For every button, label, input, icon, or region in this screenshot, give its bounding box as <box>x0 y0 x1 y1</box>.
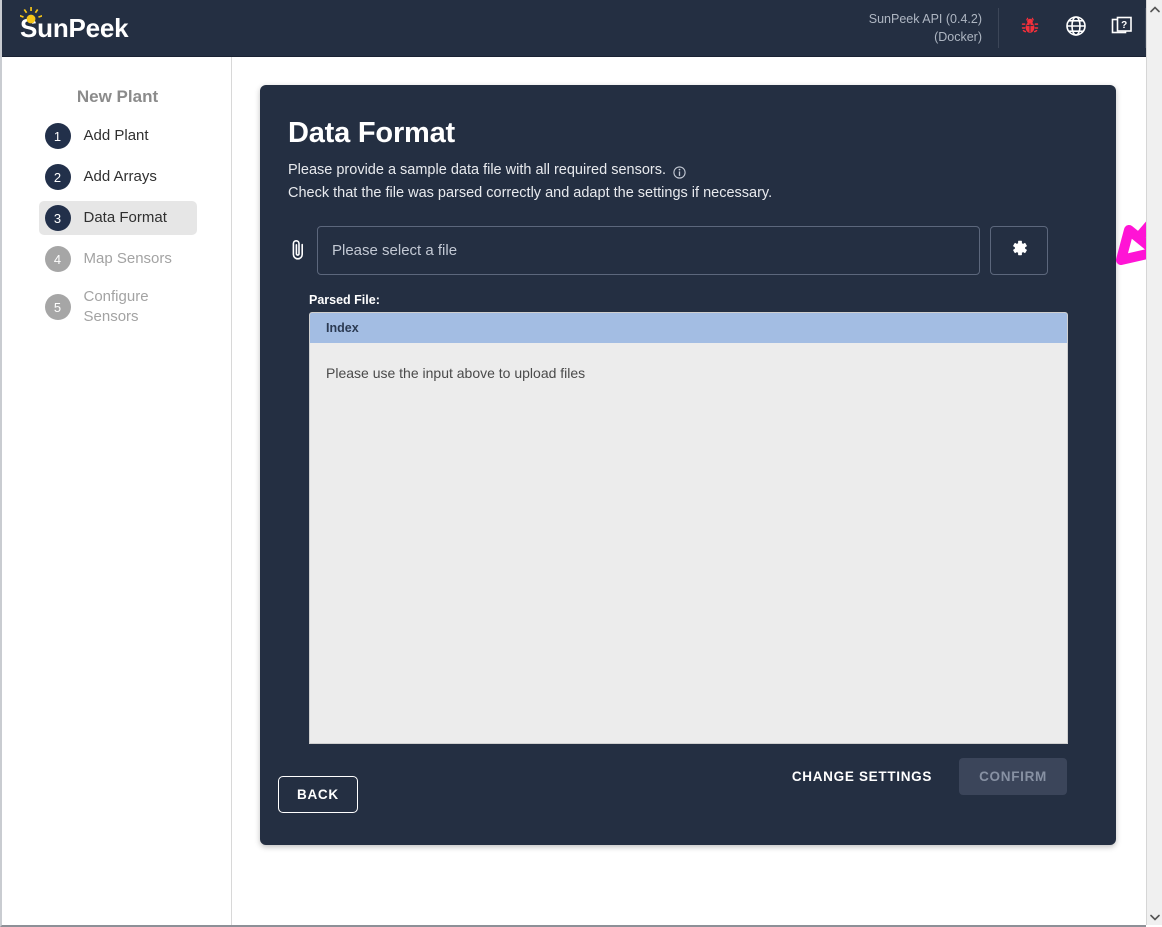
scrollbar-up-button[interactable] <box>1147 0 1162 17</box>
wizard-sidebar: New Plant 1 Add Plant 2 Add Arrays 3 Dat… <box>4 57 232 925</box>
language-button[interactable] <box>1053 0 1099 57</box>
sidebar-item-add-arrays[interactable]: 2 Add Arrays <box>39 160 197 194</box>
page-title: Data Format <box>288 117 455 149</box>
step-number-4: 4 <box>44 246 71 272</box>
card-action-bar: CHANGE SETTINGS CONFIRM <box>260 744 1116 795</box>
docs-icon: ? <box>1111 15 1133 42</box>
table-empty-message: Please use the input above to upload fil… <box>326 364 586 381</box>
content-area: Data Format Please provide a sample data… <box>233 57 1146 925</box>
step-number-3: 3 <box>44 205 71 231</box>
file-select-input[interactable] <box>317 225 980 275</box>
data-format-card: Data Format Please provide a sample data… <box>260 85 1116 845</box>
table-column-header-index: Index <box>326 320 359 335</box>
info-circle-icon[interactable] <box>673 164 686 179</box>
file-input-row <box>260 206 1116 275</box>
sidebar-item-label: Data Format <box>83 208 167 226</box>
bug-report-button[interactable] <box>1007 0 1053 57</box>
application-window: SunPeek SunPeek API (0.4.2) (Docker) ? N… <box>0 0 1146 927</box>
step-number-2: 2 <box>44 164 71 190</box>
brand-logo[interactable]: SunPeek <box>19 7 129 41</box>
card-subtitle-text-1: Please provide a sample data file with a… <box>288 162 667 178</box>
svg-text:?: ? <box>1121 20 1127 31</box>
sidebar-item-data-format[interactable]: 3 Data Format <box>38 201 197 235</box>
sidebar-title: New Plant <box>76 87 159 106</box>
sidebar-item-label: Map Sensors <box>83 249 172 267</box>
sidebar-item-configure-sensors[interactable]: 5 Configure Sensors <box>39 283 197 332</box>
confirm-button[interactable]: CONFIRM <box>959 757 1067 795</box>
header-divider-1 <box>998 8 999 48</box>
step-number-1: 1 <box>44 123 71 149</box>
gear-icon <box>1009 238 1029 263</box>
sidebar-item-map-sensors[interactable]: 4 Map Sensors <box>39 242 197 276</box>
globe-icon <box>1065 15 1087 42</box>
sidebar-item-label: Add Plant <box>83 126 149 144</box>
settings-gear-button[interactable] <box>990 225 1048 275</box>
documentation-button[interactable]: ? <box>1099 0 1145 57</box>
chevron-down-icon <box>1150 908 1160 926</box>
sun-icon <box>19 7 43 25</box>
card-subtitle-text-2: Check that the file was parsed correctly… <box>288 185 773 202</box>
sidebar-item-add-plant[interactable]: 1 Add Plant <box>39 119 197 153</box>
header-right-group: SunPeek API (0.4.2) (Docker) ? <box>869 0 1146 56</box>
card-subtitle-line-1: Please provide a sample data file with a… <box>260 150 1116 182</box>
parsed-file-table: Index Please use the input above to uplo… <box>309 311 1068 744</box>
change-settings-button[interactable]: CHANGE SETTINGS <box>778 759 946 794</box>
back-button[interactable]: BACK <box>278 776 358 813</box>
chevron-up-icon <box>1150 0 1160 18</box>
page-scrollbar[interactable] <box>1146 0 1162 925</box>
bug-icon <box>1020 16 1040 41</box>
step-number-5: 5 <box>44 294 71 321</box>
sidebar-item-label: Add Arrays <box>83 167 157 185</box>
sidebar-item-label: Configure Sensors <box>83 288 149 326</box>
card-subtitle-line-2: Check that the file was parsed correctly… <box>260 182 1116 205</box>
paperclip-icon[interactable] <box>288 238 308 262</box>
scrollbar-down-button[interactable] <box>1147 908 1162 925</box>
parsed-file-label: Parsed File: <box>309 292 380 307</box>
api-version-label: SunPeek API (0.4.2) (Docker) <box>868 11 982 44</box>
table-header-row: Index <box>310 312 1067 343</box>
top-header: SunPeek SunPeek API (0.4.2) (Docker) ? <box>2 0 1146 57</box>
table-empty-state: Please use the input above to upload fil… <box>310 343 1067 403</box>
